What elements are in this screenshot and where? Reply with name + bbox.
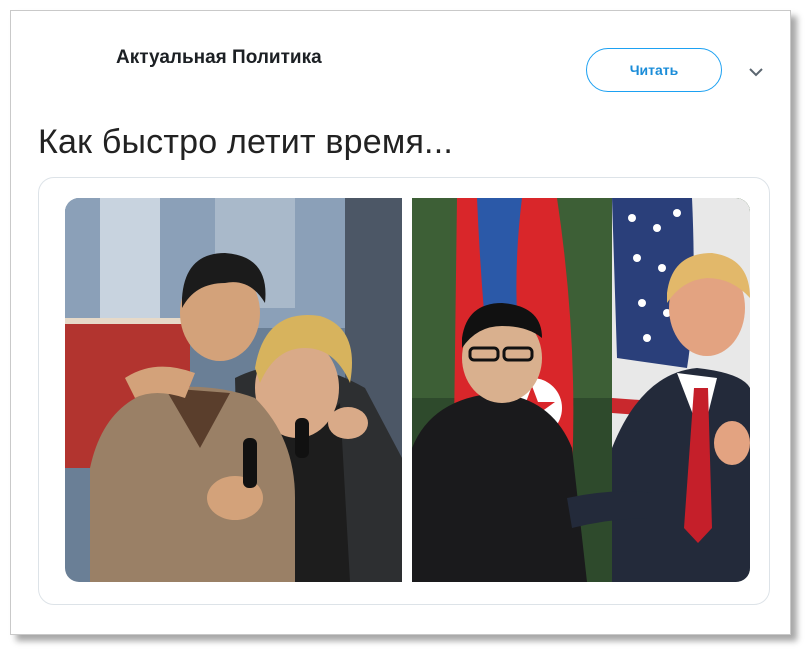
two-men-with-flags-photo xyxy=(412,198,750,582)
media-photo-right[interactable] xyxy=(412,198,750,582)
avatar[interactable] xyxy=(42,40,96,94)
two-men-with-microphones-photo xyxy=(65,198,402,582)
more-button[interactable] xyxy=(744,60,768,84)
account-handle[interactable] xyxy=(116,76,266,90)
media-photo-left[interactable] xyxy=(65,198,402,582)
tweet-text: Как быстро летит время... xyxy=(38,123,453,161)
account-name[interactable]: Актуальная Политика xyxy=(116,47,322,69)
chevron-down-icon xyxy=(749,68,763,77)
follow-button[interactable]: Читать xyxy=(586,48,722,92)
